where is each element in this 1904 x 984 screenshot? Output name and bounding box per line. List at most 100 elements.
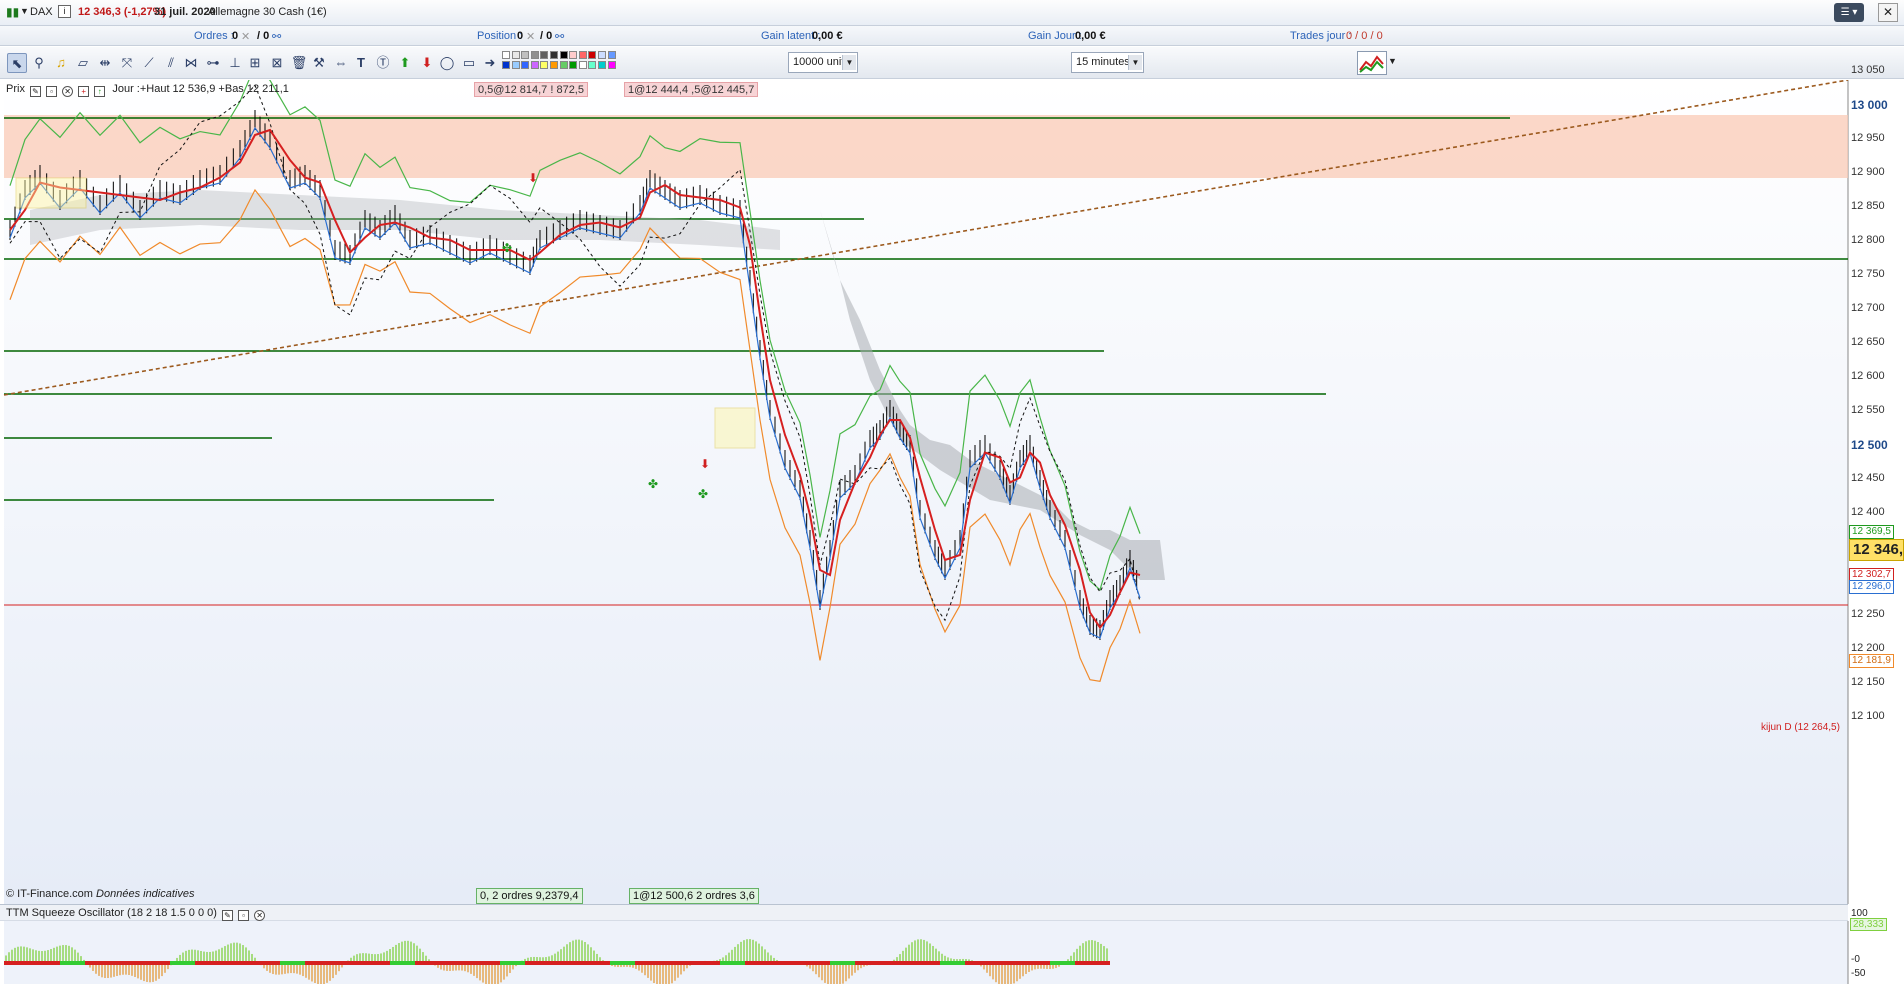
quantity-select[interactable]: 10000 unités ▼ [788, 52, 858, 73]
gain-jour-label: Gain Jour : [1028, 30, 1082, 42]
price-chart-panel[interactable]: ⬇ ✤ ✤ ✤ ⬇ Prix ✎ ▫ ✕ + ↑ Jour :+Haut 12 536,… [0, 64, 1904, 904]
close-circle-icon[interactable]: ✕ [254, 910, 266, 921]
color-swatch[interactable] [540, 61, 549, 69]
rectangle-icon[interactable]: ▭ [459, 53, 479, 73]
channel-icon[interactable]: ⫽ [161, 53, 181, 73]
buy-signal-icon: ✤ [648, 477, 658, 491]
position-link-icon[interactable]: ⚯ [555, 30, 564, 43]
instrument-name: Allemagne 30 Cash (1€) [208, 6, 327, 18]
menu-icon[interactable]: ☰ ▾ [1834, 3, 1864, 22]
gain-jour-value: 0,00 € [1075, 30, 1106, 42]
color-swatch[interactable] [598, 61, 606, 69]
orders-tag-1[interactable]: 0, 2 ordres 9,2379,4 [476, 888, 583, 904]
price-axis-label: 12 650 [1851, 336, 1885, 348]
color-swatch[interactable] [502, 51, 510, 59]
magnet-icon[interactable]: ⚒ [309, 53, 329, 73]
orders-value: 0 [232, 30, 239, 42]
order-tag-sell-text: 0,5@12 814,7 [478, 84, 548, 96]
price-axis-label: 12 400 [1851, 506, 1885, 518]
color-swatch[interactable] [559, 61, 568, 69]
color-swatch[interactable] [578, 51, 587, 59]
color-swatch[interactable] [598, 51, 606, 59]
window-icon[interactable]: ▫ [238, 910, 250, 921]
up-icon[interactable]: ↑ [94, 86, 106, 97]
gain-latent-value: 0,00 € [812, 30, 843, 42]
color-swatch[interactable] [530, 61, 539, 69]
gann-icon[interactable]: ⊠ [267, 53, 287, 73]
orders-tag-2a: 1@12 500,6 [633, 890, 694, 902]
settings-wrench-icon[interactable]: ✎ [30, 86, 42, 97]
hline-icon[interactable]: ⇹ [95, 53, 115, 73]
order-tag-buy-text: 1@12 444,4 [628, 84, 689, 96]
crosshair-icon[interactable]: ⤧ [117, 53, 137, 73]
sell-signal-icon: ⬇ [700, 457, 710, 471]
add-icon[interactable]: + [78, 86, 90, 97]
info-icon[interactable]: i [58, 5, 71, 18]
hzone-icon[interactable]: ⊶ [203, 53, 223, 73]
annotate-icon[interactable]: Ⓣ [373, 53, 393, 73]
sell-arrow-icon[interactable]: ⬇ [417, 53, 437, 73]
position-cancel-icon[interactable]: ✕ [526, 30, 535, 43]
price-axis-label: 13 050 [1851, 64, 1885, 76]
price-chart[interactable]: ⬇ ✤ ✤ ✤ ⬇ [0, 80, 1904, 904]
quote-date: 31 juil. 2020 [154, 6, 216, 18]
copyright-disclaimer: Données indicatives [96, 888, 195, 900]
close-circle-icon[interactable]: ✕ [62, 86, 74, 97]
measure-icon[interactable]: ⇔ [331, 53, 351, 73]
color-swatch[interactable] [569, 61, 578, 69]
color-swatch[interactable] [607, 61, 616, 69]
vline-icon[interactable]: ⊥ [225, 53, 245, 73]
color-swatch[interactable] [511, 61, 520, 69]
indicator-button[interactable] [1357, 51, 1387, 75]
order-tag-buy[interactable]: 1@12 444,4 ,5@12 445,7 [624, 82, 759, 97]
color-swatch[interactable] [607, 51, 616, 59]
orders-tag-1a: 0, [480, 890, 490, 902]
color-swatch[interactable] [559, 51, 568, 59]
zoom-icon[interactable]: ⚲ [29, 53, 49, 73]
price-axis-label: 12 850 [1851, 200, 1885, 212]
arrow-icon[interactable]: ➜ [480, 53, 500, 73]
color-swatch[interactable] [588, 51, 597, 59]
color-swatch[interactable] [550, 61, 558, 69]
color-swatch[interactable] [521, 51, 530, 59]
drawing-toolbar: ⬉ ⚲ ♫ ▱ ⇹ ⤧ ⟋ ⫽ ⋈ ⊶ ⊥ ⊞ ⊠ 🗑 ⚒ ⇔ T Ⓣ ⬆ ⬇ … [0, 47, 1904, 79]
highlight-box [714, 407, 756, 449]
color-swatch[interactable] [550, 51, 558, 59]
ellipse-icon[interactable]: ◯ [437, 53, 457, 73]
timeframe-select[interactable]: 15 minutes ▼ [1071, 52, 1144, 73]
settings-wrench-icon[interactable]: ✎ [222, 910, 233, 921]
symbol-name[interactable]: DAX [30, 6, 53, 18]
color-swatch[interactable] [502, 61, 510, 69]
indicator-dropdown-icon[interactable]: ▼ [1388, 56, 1397, 66]
osc-value-box: 28,333 [1850, 918, 1887, 931]
color-swatch[interactable] [540, 51, 549, 59]
orders-tag-2[interactable]: 1@12 500,6 2 ordres 3,6 [629, 888, 759, 904]
fib-icon[interactable]: ⋈ [181, 53, 201, 73]
orders-link-icon[interactable]: ⚯ [272, 30, 281, 43]
color-swatch[interactable] [511, 51, 520, 59]
color-swatch[interactable] [521, 61, 530, 69]
window-icon[interactable]: ▫ [46, 86, 58, 97]
color-swatch[interactable] [569, 51, 578, 59]
chart-type-icon[interactable]: ▮▮ [6, 5, 19, 19]
close-icon[interactable]: ✕ [1878, 3, 1898, 22]
text-icon[interactable]: T [351, 53, 371, 73]
squeeze-oscillator-chart[interactable] [0, 921, 1904, 984]
delete-icon[interactable]: 🗑 [289, 53, 309, 73]
pointer-icon[interactable]: ⬉ [7, 53, 27, 73]
pitchfork-icon[interactable]: ⊞ [245, 53, 265, 73]
color-swatch[interactable] [530, 51, 539, 59]
color-swatch[interactable] [578, 61, 587, 69]
order-tag-sell[interactable]: 0,5@12 814,7 ! 872,5 [474, 82, 588, 97]
order-tag-sell-text-b: 872,5 [556, 84, 584, 96]
price-axis-label: 12 200 [1851, 642, 1885, 654]
position-total: / 0 [540, 30, 553, 42]
orders-cancel-icon[interactable]: ✕ [241, 30, 250, 43]
orders-tag-1d: 379,4 [550, 890, 579, 902]
ruler-icon[interactable]: ▱ [73, 53, 93, 73]
symbol-dropdown-icon[interactable]: ▼ [20, 6, 29, 16]
buy-arrow-icon[interactable]: ⬆ [395, 53, 415, 73]
color-swatch[interactable] [588, 61, 597, 69]
trendline-icon[interactable]: ⟋ [139, 53, 159, 73]
alarm-icon[interactable]: ♫ [51, 53, 71, 73]
